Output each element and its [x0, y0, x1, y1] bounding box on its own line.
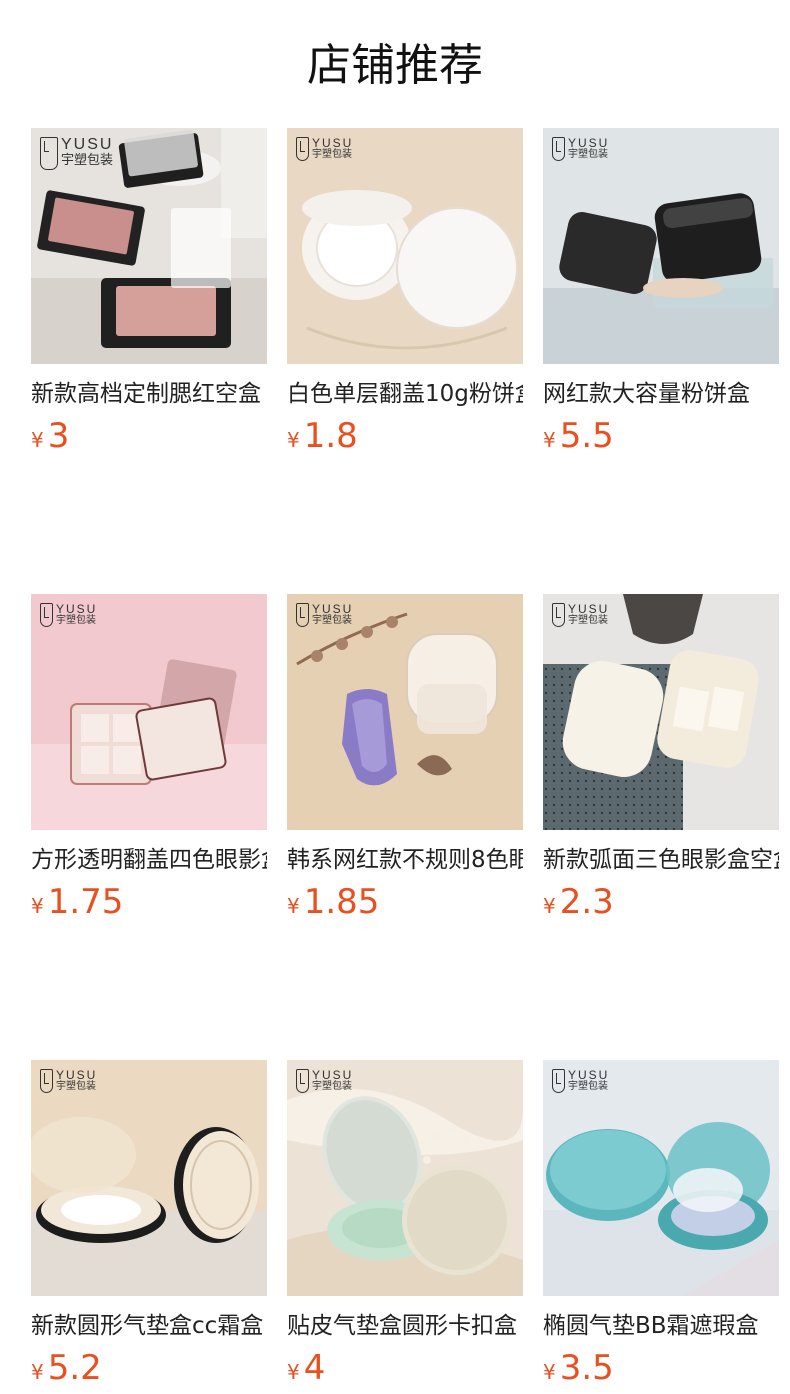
brand-logo-icon: [296, 137, 309, 161]
product-name[interactable]: 白色单层翻盖10g粉饼盒: [287, 378, 523, 410]
product-price: ¥1.8: [287, 416, 358, 456]
product-image[interactable]: YUSU 宇塑包装: [287, 594, 523, 830]
product-price: ¥5.5: [543, 416, 614, 456]
product-name[interactable]: 新款弧面三色眼影盒空盒: [543, 844, 779, 876]
brand-logo: YUSU 宇塑包装: [40, 1069, 97, 1093]
product-image[interactable]: YUSU 宇塑包装: [31, 128, 267, 364]
product-card[interactable]: YUSU 宇塑包装 新款弧面三色眼影盒空盒 ¥2.3: [543, 594, 779, 928]
product-name[interactable]: 新款高档定制腮红空盒: [31, 378, 267, 410]
product-image[interactable]: YUSU 宇塑包装: [31, 594, 267, 830]
brand-logo: YUSU 宇塑包装: [40, 137, 113, 170]
brand-logo-icon: [552, 137, 565, 161]
product-name[interactable]: 椭圆气垫BB霜遮瑕盒: [543, 1310, 779, 1342]
brand-logo: YUSU 宇塑包装: [552, 137, 609, 161]
brand-logo-icon: [40, 603, 53, 627]
brand-logo-icon: [552, 603, 565, 627]
brand-logo-icon: [40, 137, 58, 170]
product-card[interactable]: YUSU 宇塑包装 方形透明翻盖四色眼影盒 ¥1.75: [31, 594, 267, 928]
product-price: ¥4: [287, 1348, 326, 1388]
product-name[interactable]: 网红款大容量粉饼盒: [543, 378, 779, 410]
brand-logo: YUSU 宇塑包装: [296, 603, 353, 627]
product-card[interactable]: YUSU 宇塑包装 网红款大容量粉饼盒 ¥5.5: [543, 128, 779, 462]
product-card[interactable]: YUSU 宇塑包装 韩系网红款不规则8色眼影盒 ¥1.85: [287, 594, 523, 928]
product-name[interactable]: 韩系网红款不规则8色眼影盒: [287, 844, 523, 876]
brand-logo: YUSU 宇塑包装: [296, 137, 353, 161]
brand-logo-icon: [40, 1069, 53, 1093]
product-image[interactable]: YUSU 宇塑包装: [287, 128, 523, 364]
product-card[interactable]: YUSU 宇塑包装 白色单层翻盖10g粉饼盒 ¥1.8: [287, 128, 523, 462]
product-price: ¥3.5: [543, 1348, 614, 1388]
product-card[interactable]: YUSU 宇塑包装 新款高档定制腮红空盒 ¥3: [31, 128, 267, 462]
product-price: ¥1.85: [287, 882, 380, 922]
product-name[interactable]: 新款圆形气垫盒cc霜盒: [31, 1310, 267, 1342]
product-price: ¥1.75: [31, 882, 124, 922]
product-image[interactable]: YUSU 宇塑包装: [287, 1060, 523, 1296]
product-price: ¥5.2: [31, 1348, 102, 1388]
brand-logo-icon: [296, 1069, 309, 1093]
brand-logo-icon: [552, 1069, 565, 1093]
brand-logo: YUSU 宇塑包装: [40, 603, 97, 627]
product-image[interactable]: YUSU 宇塑包装: [543, 1060, 779, 1296]
product-name[interactable]: 方形透明翻盖四色眼影盒: [31, 844, 267, 876]
brand-logo: YUSU 宇塑包装: [296, 1069, 353, 1093]
product-price: ¥3: [31, 416, 70, 456]
product-grid: YUSU 宇塑包装 新款高档定制腮红空盒 ¥3 YUSU 宇塑包装 白色单层翻盖…: [31, 128, 779, 1394]
brand-logo: YUSU 宇塑包装: [552, 1069, 609, 1093]
product-image[interactable]: YUSU 宇塑包装: [543, 594, 779, 830]
product-card[interactable]: YUSU 宇塑包装 椭圆气垫BB霜遮瑕盒 ¥3.5: [543, 1060, 779, 1394]
brand-logo-icon: [296, 603, 309, 627]
product-price: ¥2.3: [543, 882, 614, 922]
product-image[interactable]: YUSU 宇塑包装: [31, 1060, 267, 1296]
product-card[interactable]: YUSU 宇塑包装 贴皮气垫盒圆形卡扣盒 ¥4: [287, 1060, 523, 1394]
product-name[interactable]: 贴皮气垫盒圆形卡扣盒: [287, 1310, 523, 1342]
product-image[interactable]: YUSU 宇塑包装: [543, 128, 779, 364]
product-card[interactable]: YUSU 宇塑包装 新款圆形气垫盒cc霜盒 ¥5.2: [31, 1060, 267, 1394]
brand-logo: YUSU 宇塑包装: [552, 603, 609, 627]
page-title: 店铺推荐: [307, 40, 483, 91]
